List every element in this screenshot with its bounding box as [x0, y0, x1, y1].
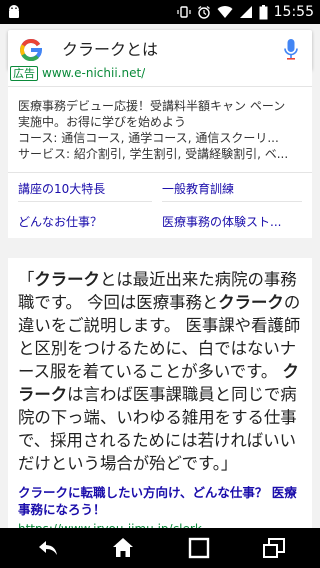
featured-snippet-line: で、採用されるためには若ければいい — [18, 429, 306, 452]
snippet-text: は言わば医事課職員と同じで病 — [67, 385, 297, 404]
search-query[interactable]: クラークとは — [62, 38, 158, 62]
divider — [8, 86, 312, 87]
divider — [162, 201, 302, 202]
result-title-link[interactable]: クラークに転職したい方向け、どんな仕事？ 医療 事務になろう！ — [18, 484, 308, 518]
ad-description-line: 医療事務デビュー応援！受講料半額キャン ペーン — [18, 99, 286, 113]
snippet-text: で、採用されるためには若ければいい — [18, 431, 296, 450]
wifi-icon — [217, 6, 233, 19]
ad-badge: 広告 — [10, 66, 38, 81]
sitelink-job[interactable]: どんなお仕事？ — [18, 213, 148, 230]
ad-url-line[interactable]: 広告 www.e-nichii.net/ — [10, 66, 145, 84]
snippet-text: 「 — [18, 270, 35, 289]
snippet-text: 職です。 今回は医療事務と — [18, 293, 219, 312]
sitelink-features[interactable]: 講座の10大特長 — [18, 180, 148, 197]
highlighted-keyword: クラーク — [218, 293, 284, 312]
alarm-icon — [197, 6, 210, 19]
featured-snippet-line: と区別をつけるために、白ではないナ — [18, 337, 306, 360]
featured-snippet-line: 職です。 今回は医療事務とクラークの — [18, 291, 306, 314]
back-icon[interactable] — [36, 536, 60, 560]
divider — [18, 201, 152, 202]
ad-description: 医療事務デビュー応援！受講料半額キャン ペーン 実施中。お得に学びを始めよう コ… — [18, 98, 302, 162]
ad-url[interactable]: www.e-nichii.net/ — [42, 66, 145, 80]
android-icon — [9, 5, 19, 18]
battery-icon — [259, 4, 268, 19]
featured-snippet-text: 「クラークとは最近出来た病院の事務 職です。 今回は医療事務とクラークの 違いをご説… — [18, 268, 306, 475]
highlighted-keyword: ラーク — [18, 385, 68, 404]
featured-snippet-line: 違いをご説明します。 医事課や看護師 — [18, 314, 306, 337]
snippet-text: だけという場合が殆どです。」 — [18, 454, 238, 473]
featured-snippet-line: ラークは言わば医事課職員と同じで病 — [18, 383, 306, 406]
featured-snippet-line: ース服を着ていることが多いです。 ク — [18, 360, 306, 383]
highlighted-keyword: ク — [282, 362, 299, 381]
result-title-line[interactable]: クラークに転職したい方向け、どんな仕事？ 医療 — [18, 484, 308, 501]
navigation-bar — [0, 528, 320, 568]
status-bar: 15:55 — [0, 0, 320, 24]
snippet-text: の — [283, 293, 301, 312]
snippet-text: 違いをご説明します。 医事課や看護師 — [18, 316, 301, 335]
window-icon[interactable] — [262, 536, 286, 560]
ad-description-line: コース: 通信コース, 通学コース, 通信スクーリ... — [18, 131, 279, 145]
result-title-line[interactable]: 事務になろう！ — [18, 501, 308, 518]
divider — [8, 172, 312, 173]
snippet-text: とは最近出来た病院の事務 — [99, 270, 297, 289]
home-icon[interactable] — [111, 536, 135, 560]
status-time: 15:55 — [273, 4, 314, 20]
ad-description-line: 実施中。お得に学びを始めよう — [18, 115, 187, 129]
snippet-text: 院の下っ端、いわゆる雑用をする仕事 — [18, 408, 297, 427]
featured-snippet-line: 院の下っ端、いわゆる雑用をする仕事 — [18, 406, 306, 429]
recents-icon[interactable] — [187, 536, 211, 560]
featured-snippet-line: 「クラークとは最近出来た病院の事務 — [18, 268, 306, 291]
snippet-text: と区別をつけるために、白ではないナ — [18, 339, 297, 358]
ad-description-line: サービス: 紹介割引, 学生割引, 受講経験割引, ベ... — [18, 147, 289, 161]
google-logo-icon — [20, 39, 42, 61]
sitelink-training[interactable]: 一般教育訓練 — [162, 180, 302, 197]
highlighted-keyword: クラーク — [34, 270, 100, 289]
featured-snippet-line: だけという場合が殆どです。」 — [18, 452, 306, 475]
vibrate-icon — [177, 6, 191, 18]
sitelink-story[interactable]: 医療事務の体験スト... — [162, 213, 302, 230]
signal-icon — [239, 6, 252, 18]
mic-icon[interactable] — [284, 39, 298, 61]
snippet-text: ース服を着ていることが多いです。 — [18, 362, 283, 381]
